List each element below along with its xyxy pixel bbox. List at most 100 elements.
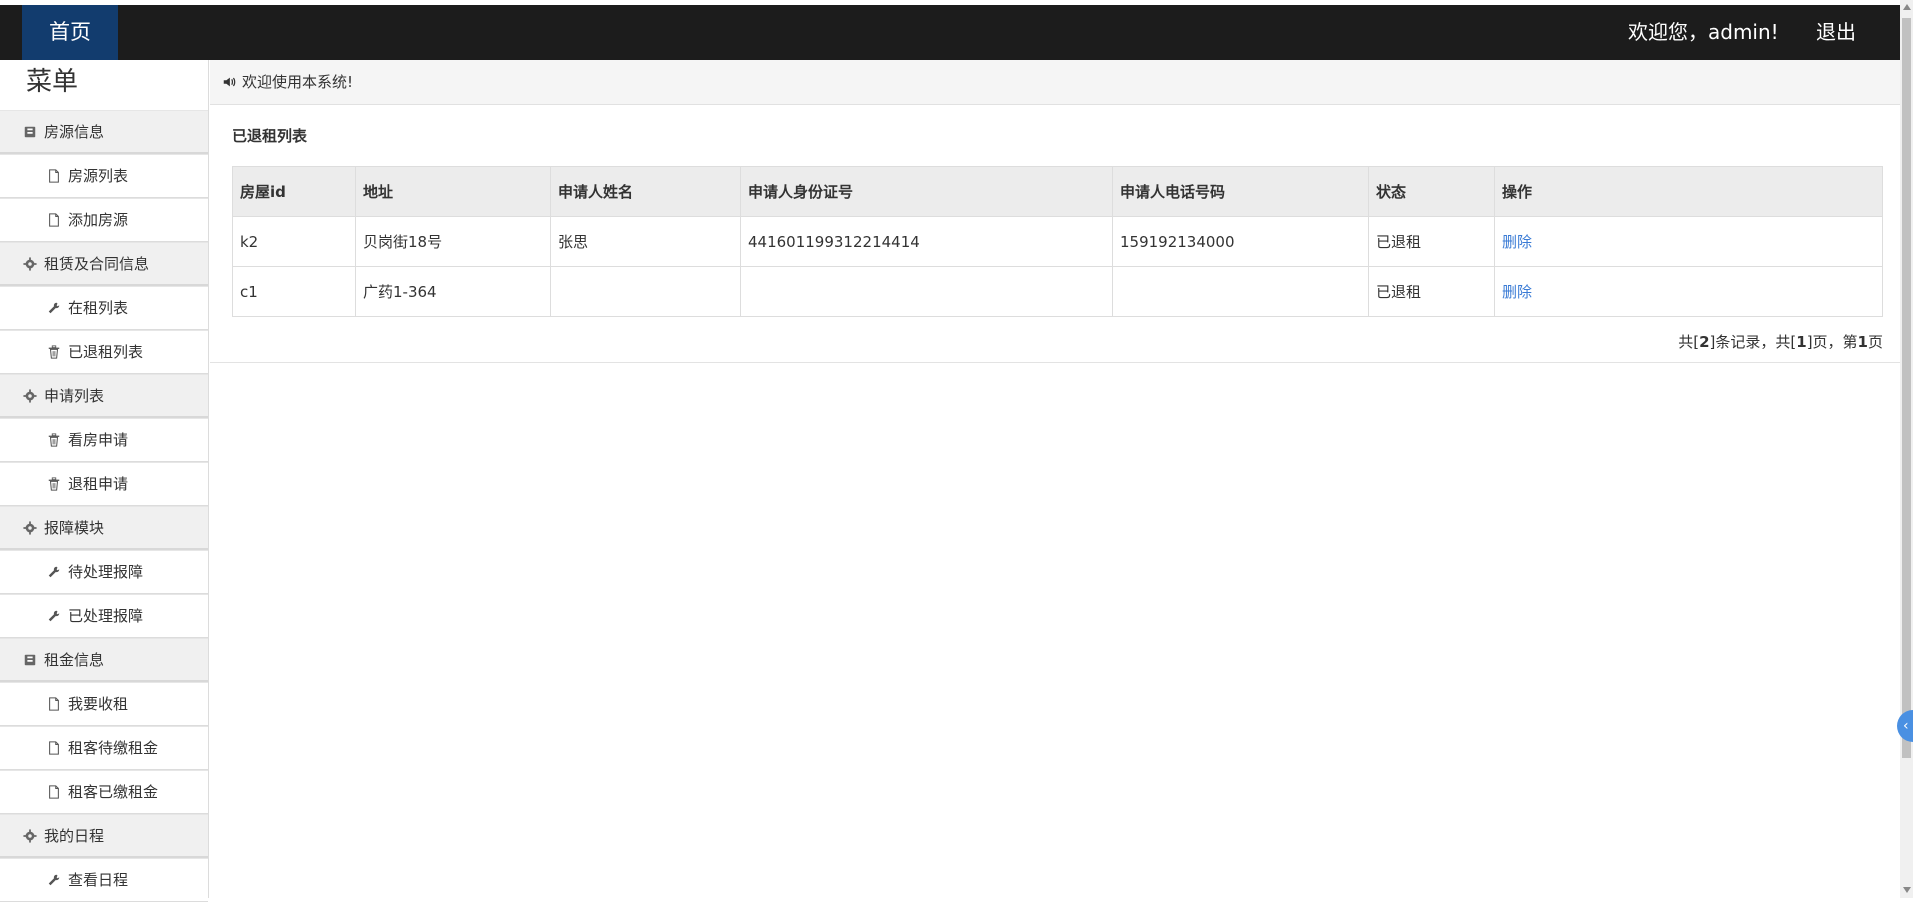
scroll-down-arrow-icon[interactable] (1903, 887, 1911, 893)
column-header-status: 状态 (1368, 166, 1495, 217)
cell-address: 贝岗街18号 (355, 216, 551, 267)
sidebar-group-0[interactable]: 房源信息 (0, 110, 208, 154)
speaker-icon (222, 75, 236, 89)
sidebar-item-15[interactable]: 租客已缴租金 (0, 770, 208, 814)
trash-icon (46, 344, 62, 360)
cell-house-id: k2 (232, 216, 356, 267)
sidebar-item-label: 添加房源 (68, 211, 129, 229)
sidebar-item-label: 我要收租 (68, 695, 129, 713)
sidebar-item-label: 房源信息 (44, 122, 105, 141)
sidebar-group-16[interactable]: 我的日程 (0, 814, 208, 858)
column-header-applicant-phone: 申请人电话号码 (1112, 166, 1369, 217)
sidebar-item-17[interactable]: 查看日程 (0, 858, 208, 902)
column-header-house-id: 房屋id (232, 166, 356, 217)
page-scrollbar[interactable] (1900, 0, 1913, 898)
scroll-thumb[interactable] (1902, 18, 1911, 758)
sidebar-item-label: 租客已缴租金 (68, 783, 159, 801)
sidebar-item-label: 报障模块 (44, 518, 105, 537)
sidebar-item-label: 退租申请 (68, 475, 129, 493)
sidebar-menu: 菜单 房源信息房源列表添加房源租赁及合同信息 在租列表已退租列表申请列表看房申请退… (0, 60, 209, 902)
panel-title: 已退租列表 (232, 127, 308, 145)
sidebar-item-14[interactable]: 租客待缴租金 (0, 726, 208, 770)
logout-link[interactable]: 退出 (1816, 5, 1856, 60)
cell-status: 已退租 (1368, 216, 1495, 267)
sidebar-item-11[interactable]: 已处理报障 (0, 594, 208, 638)
cell-house-id: c1 (232, 266, 356, 317)
notice-text: 欢迎使用本系统! (242, 73, 354, 91)
trash-icon (46, 432, 62, 448)
gear-icon (22, 256, 38, 272)
sidebar-item-5[interactable]: 已退租列表 (0, 330, 208, 374)
sidebar-item-label: 租客待缴租金 (68, 739, 159, 757)
sidebar-item-10[interactable]: 待处理报障 (0, 550, 208, 594)
cell-address: 广药1-364 (355, 266, 551, 317)
file-icon (46, 740, 62, 756)
pager-prefix: 共[ (1678, 333, 1700, 351)
wrench-icon (46, 564, 62, 580)
pager-mid1: ]条记录，共[ (1709, 333, 1797, 351)
pager-current-page: 1 (1857, 333, 1868, 351)
menu-title: 菜单 (26, 67, 79, 97)
pager-mid2: ]页，第 (1806, 333, 1858, 351)
column-header-applicant-name: 申请人姓名 (550, 166, 741, 217)
gear-icon (22, 388, 38, 404)
sidebar-item-13[interactable]: 我要收租 (0, 682, 208, 726)
sidebar-item-label: 看房申请 (68, 431, 129, 449)
trash-icon (46, 476, 62, 492)
sidebar-item-2[interactable]: 添加房源 (0, 198, 208, 242)
sidebar-item-label: 在租列表 (68, 299, 129, 317)
cell-status: 已退租 (1368, 266, 1495, 317)
sidebar-group-12[interactable]: 租金信息 (0, 638, 208, 682)
book-icon (22, 652, 38, 668)
file-icon (46, 212, 62, 228)
returned-rentals-table: 房屋id 地址 申请人姓名 申请人身份证号 申请人电话号码 状态 操作 k2 贝… (232, 166, 1883, 317)
sidebar-item-label: 申请列表 (44, 386, 105, 405)
cell-applicant-id-number: 441601199312214414 (740, 216, 1113, 267)
table-row: k2 贝岗街18号 张思 441601199312214414 15919213… (232, 216, 1883, 267)
cell-actions: 删除 (1494, 216, 1883, 267)
welcome-notice: 欢迎使用本系统! (210, 60, 1900, 105)
home-nav-button[interactable]: 首页 (22, 5, 118, 60)
delete-link[interactable]: 删除 (1502, 233, 1532, 251)
sidebar-item-7[interactable]: 看房申请 (0, 418, 208, 462)
cell-applicant-name: 张思 (550, 216, 741, 267)
sidebar-group-3[interactable]: 租赁及合同信息 (0, 242, 208, 286)
file-icon (46, 168, 62, 184)
delete-link[interactable]: 删除 (1502, 283, 1532, 301)
cell-applicant-phone: 159192134000 (1112, 216, 1369, 267)
pager-total-pages: 1 (1796, 333, 1807, 351)
file-icon (46, 784, 62, 800)
sidebar-item-8[interactable]: 退租申请 (0, 462, 208, 506)
sidebar-item-1[interactable]: 房源列表 (0, 154, 208, 198)
sidebar-item-label: 房源列表 (68, 167, 129, 185)
gear-icon (22, 828, 38, 844)
wrench-icon (46, 608, 62, 624)
cell-applicant-name (550, 266, 741, 317)
cell-applicant-id-number (740, 266, 1113, 317)
top-navbar: 首页 欢迎您，admin! 退出 (0, 5, 1900, 60)
pager-suffix: 页 (1867, 333, 1883, 351)
table-row: c1 广药1-364 已退租 删除 (232, 266, 1883, 317)
column-header-applicant-id-number: 申请人身份证号 (740, 166, 1113, 217)
sidebar-group-9[interactable]: 报障模块 (0, 506, 208, 550)
book-icon (22, 124, 38, 140)
cell-applicant-phone (1112, 266, 1369, 317)
wrench-icon (46, 872, 62, 888)
cell-actions: 删除 (1494, 266, 1883, 317)
pagination-summary: 共[2]条记录，共[1]页，第1页 (1678, 331, 1883, 352)
welcome-user-text: 欢迎您，admin! (1628, 20, 1779, 44)
pager-total-records: 2 (1699, 333, 1710, 351)
sidebar-item-label: 已退租列表 (68, 343, 144, 361)
gear-icon (22, 520, 38, 536)
table-header-row: 房屋id 地址 申请人姓名 申请人身份证号 申请人电话号码 状态 操作 (232, 166, 1883, 217)
scroll-up-arrow-icon[interactable] (1903, 4, 1911, 10)
sidebar-item-label: 已处理报障 (68, 607, 144, 625)
returned-rentals-panel: 已退租列表 房屋id 地址 申请人姓名 申请人身份证号 申请人电话号码 状态 操… (210, 105, 1900, 363)
sidebar-item-label: 待处理报障 (68, 563, 144, 581)
file-icon (46, 696, 62, 712)
sidebar-item-4[interactable]: 在租列表 (0, 286, 208, 330)
sidebar-group-6[interactable]: 申请列表 (0, 374, 208, 418)
sidebar-item-label: 租赁及合同信息 (44, 254, 150, 273)
column-header-address: 地址 (355, 166, 551, 217)
sidebar-item-label: 我的日程 (44, 826, 105, 845)
